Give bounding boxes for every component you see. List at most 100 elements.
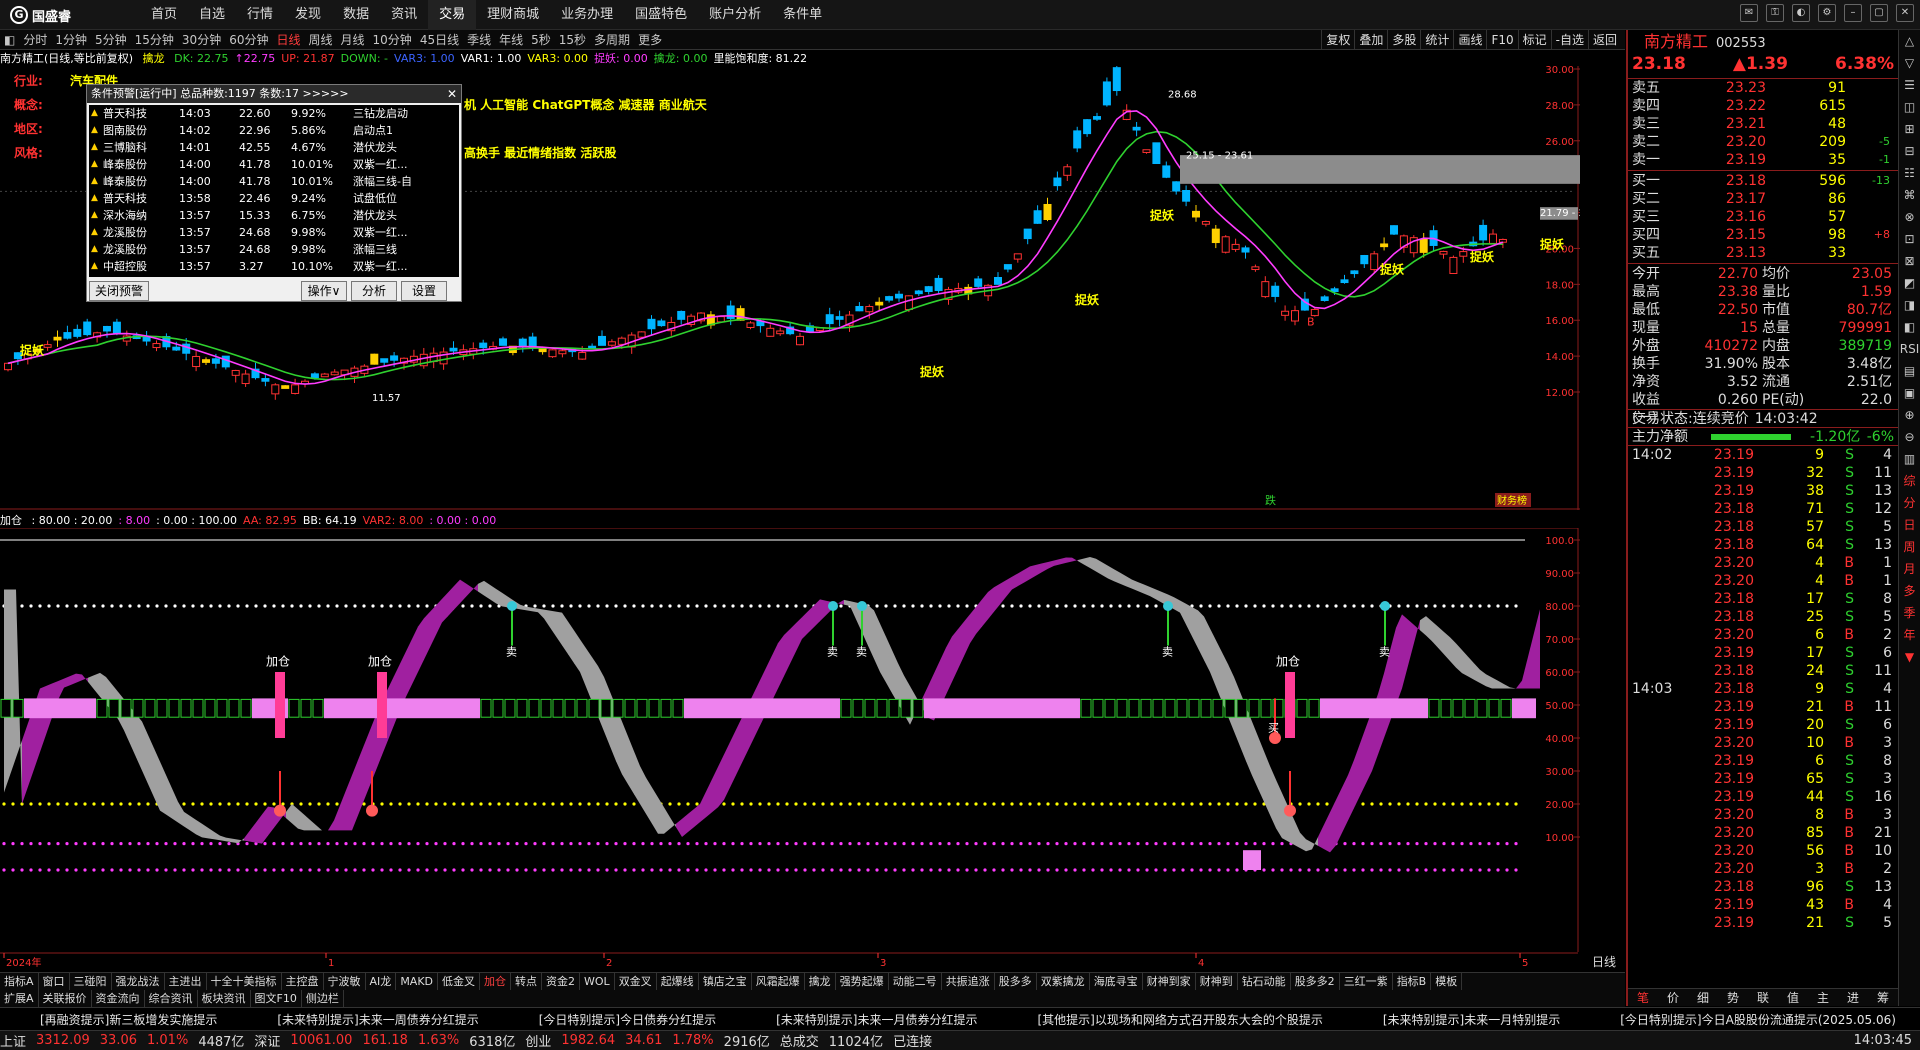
period-16[interactable]: 更多 [634, 31, 666, 48]
orderbook-row[interactable]: 卖五 23.23 91 [1628, 79, 1898, 97]
indicator-tab-14[interactable]: WOL [580, 973, 615, 990]
side-tool-20[interactable]: 综 [1899, 470, 1920, 492]
indicator-tab-10[interactable]: 低金叉 [438, 973, 481, 990]
indicator-tab-32[interactable]: 模板 [1431, 973, 1463, 990]
tool-button-5[interactable]: F10 [1486, 30, 1517, 50]
side-tool-18[interactable]: ⊖ [1899, 426, 1920, 448]
indicator-tab-23[interactable]: 股多多 [995, 973, 1037, 990]
side-tool-0[interactable]: △ [1899, 30, 1920, 52]
side-tool-2[interactable]: ☰ [1899, 74, 1920, 96]
period-14[interactable]: 15秒 [555, 31, 590, 48]
period-15[interactable]: 多周期 [590, 31, 634, 48]
indicator-tab-26[interactable]: 财神到家 [1143, 973, 1196, 990]
side-tool-1[interactable]: ▽ [1899, 52, 1920, 74]
period-10[interactable]: 45日线 [416, 31, 463, 48]
news-item-4[interactable]: [其他提示]以现场和网络方式召开股东大会的个股提示 [998, 1011, 1343, 1028]
side-tool-3[interactable]: ◫ [1899, 96, 1920, 118]
indicator-tab-12[interactable]: 转点 [511, 973, 543, 990]
alert-row[interactable]: ▲ 三博脑科 14:01 42.55 4.67% 潜伏龙头 [89, 139, 459, 156]
alert-row[interactable]: ▲ 中超控股 13:57 3.27 10.10% 双紫一红... [89, 258, 459, 275]
side-tool-17[interactable]: ⊕ [1899, 404, 1920, 426]
period-6[interactable]: 日线 [272, 31, 304, 48]
side-tool-15[interactable]: ▤ [1899, 360, 1920, 382]
period-7[interactable]: 周线 [305, 31, 337, 48]
indicator-tab-22[interactable]: 共振追涨 [942, 973, 995, 990]
indicator-tab-30[interactable]: 三红一紫 [1340, 973, 1393, 990]
indicator-tab-24[interactable]: 双紫擒龙 [1037, 973, 1090, 990]
nav-9[interactable]: 国盛特色 [624, 0, 698, 30]
side-tool-6[interactable]: ☷ [1899, 162, 1920, 184]
extension-tab-3[interactable]: 综合资讯 [145, 990, 198, 1007]
nav-8[interactable]: 业务办理 [550, 0, 624, 30]
nav-0[interactable]: 首页 [140, 0, 188, 30]
side-tool-10[interactable]: ⊠ [1899, 250, 1920, 272]
indicator-tab-19[interactable]: 擒龙 [805, 973, 836, 990]
extension-tab-2[interactable]: 资金流向 [92, 990, 145, 1007]
analyze-button[interactable]: 分析 [351, 281, 397, 301]
extension-tab-5[interactable]: 图文F10 [251, 990, 302, 1007]
tool-button-4[interactable]: 画线 [1453, 30, 1486, 50]
skin-icon[interactable]: ◐ [1792, 4, 1810, 22]
nav-4[interactable]: 数据 [332, 0, 380, 30]
alert-row[interactable]: ▲ 峰泰股份 14:00 41.78 10.01% 双紫一红... [89, 156, 459, 173]
tool-button-6[interactable]: 标记 [1517, 30, 1551, 50]
indicator-tab-16[interactable]: 起爆线 [657, 973, 699, 990]
tool-button-8[interactable]: 返回 [1587, 30, 1621, 50]
nav-3[interactable]: 发现 [284, 0, 332, 30]
indicator-tab-18[interactable]: 风霜起爆 [752, 973, 805, 990]
side-tool-23[interactable]: 周 [1899, 536, 1920, 558]
nav-1[interactable]: 自选 [188, 0, 236, 30]
indicator-chart[interactable]: 100.0 90.00 80.00 70.00 60.00 50.00 40.00 30.00… [0, 528, 1580, 952]
nav-5[interactable]: 资讯 [380, 0, 428, 30]
news-item-5[interactable]: [未来特别提示]未来一月特别提示 [1343, 1011, 1580, 1028]
extension-tab-4[interactable]: 板块资讯 [198, 990, 251, 1007]
alert-row[interactable]: ▲ 峰泰股份 14:00 41.78 10.01% 涨幅三线-自 [89, 173, 459, 190]
alert-row[interactable]: ▲ 普天科技 14:03 22.60 9.92% 三钻龙启动 [89, 105, 459, 122]
tool-button-3[interactable]: 统计 [1420, 30, 1453, 50]
quote-tab-8[interactable]: 筹 [1868, 989, 1898, 1006]
settings-icon[interactable]: ⚙ [1818, 4, 1836, 22]
indicator-tab-29[interactable]: 股多多2 [1291, 973, 1340, 990]
indicator-tab-11[interactable]: 加仓 [480, 973, 512, 990]
tool-button-0[interactable]: 复权 [1321, 30, 1354, 50]
period-label[interactable]: 日线 [1582, 952, 1626, 972]
orderbook-row[interactable]: 卖四 23.22 615 [1628, 97, 1898, 115]
operate-button[interactable]: 操作∨ [301, 281, 347, 301]
quote-tab-4[interactable]: 联 [1748, 989, 1778, 1006]
quote-tab-5[interactable]: 值 [1778, 989, 1808, 1006]
indicator-tab-25[interactable]: 海底寻宝 [1090, 973, 1143, 990]
side-tool-19[interactable]: ▥ [1899, 448, 1920, 470]
lock-icon[interactable]: ⚿ [1766, 4, 1784, 22]
indicator-tab-4[interactable]: 主进出 [165, 973, 207, 990]
orderbook-row[interactable]: 卖三 23.21 48 [1628, 115, 1898, 133]
side-tool-14[interactable]: RSI [1899, 338, 1920, 360]
indicator-tab-27[interactable]: 财神到 [1196, 973, 1238, 990]
news-item-7[interactable]: [其他提示]2 [1916, 1011, 1920, 1028]
tool-button-7[interactable]: -自选 [1550, 30, 1588, 50]
nav-10[interactable]: 账户分析 [698, 0, 772, 30]
period-4[interactable]: 30分钟 [178, 31, 225, 48]
extension-tab-0[interactable]: 扩展A [0, 990, 39, 1007]
indicator-tab-17[interactable]: 镇店之宝 [699, 973, 752, 990]
orderbook-row[interactable]: 买一 23.18 596 -13 [1628, 172, 1898, 190]
quote-tab-6[interactable]: 主 [1808, 989, 1838, 1006]
alert-title-bar[interactable]: 条件预警[运行中] 总品种数:1197 条数:17 >>>>> ✕ [87, 85, 461, 103]
indicator-tab-1[interactable]: 窗口 [39, 973, 70, 990]
nav-2[interactable]: 行情 [236, 0, 284, 30]
news-item-3[interactable]: [未来特别提示]未来一月债券分红提示 [736, 1011, 997, 1028]
side-tool-26[interactable]: 季 [1899, 602, 1920, 624]
orderbook-row[interactable]: 买五 23.13 33 [1628, 244, 1898, 262]
message-icon[interactable]: ✉ [1740, 4, 1758, 22]
side-tool-28[interactable]: ▼ [1899, 646, 1920, 668]
indicator-tab-6[interactable]: 主控盘 [282, 973, 324, 990]
side-tool-22[interactable]: 日 [1899, 514, 1920, 536]
indicator-tab-20[interactable]: 强势起爆 [836, 973, 889, 990]
indicator-tab-2[interactable]: 三碰阳 [70, 973, 112, 990]
quote-tab-1[interactable]: 价 [1658, 989, 1688, 1006]
period-8[interactable]: 月线 [337, 31, 369, 48]
settings-button[interactable]: 设置 [401, 281, 447, 301]
side-tool-5[interactable]: ⊟ [1899, 140, 1920, 162]
close-icon[interactable]: ✕ [1896, 4, 1914, 22]
news-item-0[interactable]: [再融资提示]新三板增发实施提示 [0, 1011, 237, 1028]
period-13[interactable]: 5秒 [527, 31, 555, 48]
